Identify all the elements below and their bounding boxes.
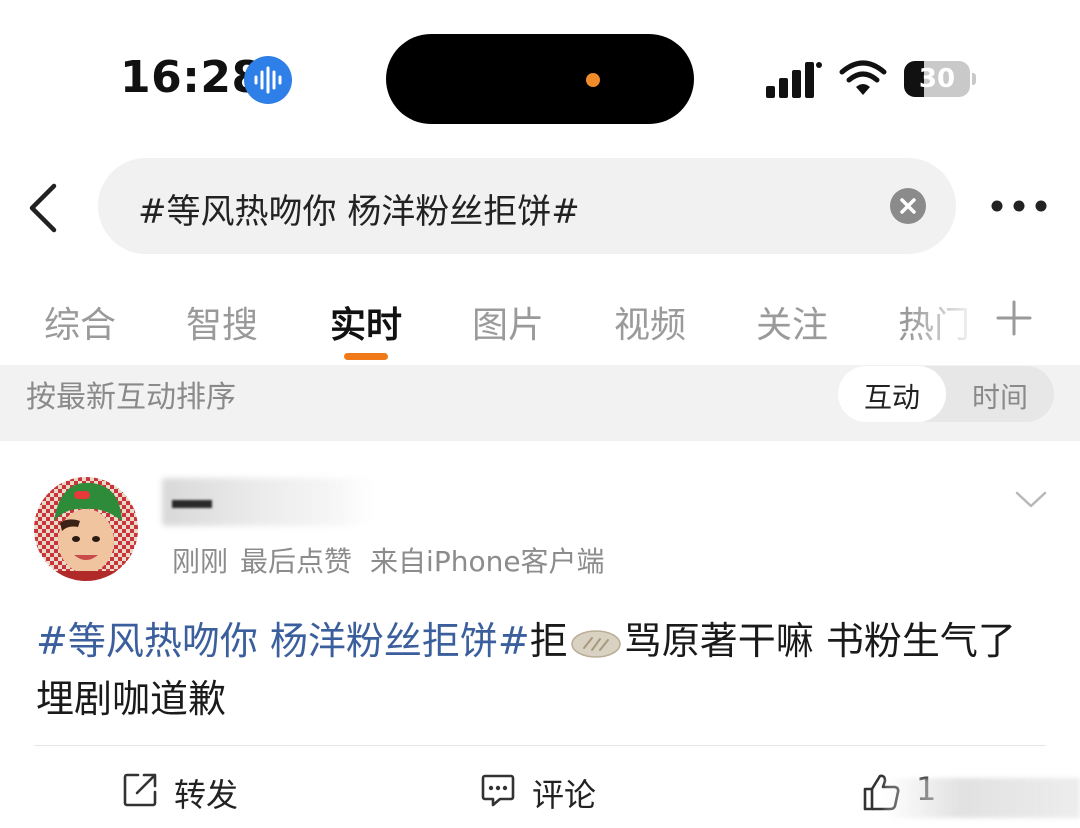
more-icon[interactable] <box>990 196 1048 216</box>
tab-images[interactable]: 图片 <box>472 296 544 348</box>
post-text-line-2: 埋剧咖道歉 <box>36 677 227 721</box>
bread-emoji-icon <box>570 625 622 658</box>
clear-icon[interactable] <box>890 188 926 224</box>
post-source: 来自 <box>370 545 427 578</box>
battery-level: 30 <box>918 64 956 94</box>
post-text-segment: 拒 <box>529 619 568 663</box>
sort-option-interaction[interactable]: 互动 <box>838 376 946 416</box>
tab-comprehensive[interactable]: 综合 <box>44 296 116 348</box>
camera-indicator-dot <box>586 73 600 87</box>
post-time: 刚刚 <box>172 545 229 578</box>
dynamic-island <box>386 34 694 124</box>
search-query[interactable]: #等风热吻你 杨洋粉丝拒饼# <box>138 184 580 233</box>
voice-assistant-icon <box>244 56 292 104</box>
search-input[interactable]: #等风热吻你 杨洋粉丝拒饼# <box>98 158 956 254</box>
back-icon[interactable] <box>22 180 66 236</box>
active-tab-indicator <box>344 353 388 360</box>
repost-button[interactable]: 转发 <box>122 768 252 814</box>
sort-option-time[interactable]: 时间 <box>946 376 1054 416</box>
sort-label: 按最新互动排序 <box>26 380 236 415</box>
wifi-icon <box>839 60 887 95</box>
post-meta: 刚刚 最后点赞 来自iPhone客户端 <box>172 540 605 580</box>
battery-icon: 30 <box>904 61 976 97</box>
plus-icon[interactable] <box>994 298 1034 338</box>
tab-realtime[interactable]: 实时 <box>330 296 402 348</box>
comment-button[interactable]: 评论 <box>480 768 610 814</box>
signal-icon <box>766 62 822 98</box>
comment-icon <box>481 774 515 807</box>
comment-label: 评论 <box>532 776 597 814</box>
repost-icon <box>123 773 157 807</box>
post-status: 最后点赞 <box>240 545 353 578</box>
tab-videos[interactable]: 视频 <box>614 296 686 348</box>
tab-smart-search[interactable]: 智搜 <box>186 296 258 348</box>
post-text-line-1: #等风热吻你 杨洋粉丝拒饼#拒 骂原著干嘛 书粉生气了 <box>36 610 1016 665</box>
chevron-down-icon[interactable] <box>1014 490 1048 510</box>
divider <box>34 745 1046 746</box>
repost-label: 转发 <box>174 776 239 814</box>
post-text-segment-2: 骂原著干嘛 书粉生气了 <box>623 619 1016 663</box>
avatar[interactable] <box>34 477 138 581</box>
post-hashtag[interactable]: #等风热吻你 杨洋粉丝拒饼# <box>36 619 530 663</box>
tab-following[interactable]: 关注 <box>756 296 828 348</box>
status-time: 16:28 <box>120 52 263 103</box>
post-device: iPhone客户端 <box>426 545 605 578</box>
watermark <box>884 778 1080 818</box>
